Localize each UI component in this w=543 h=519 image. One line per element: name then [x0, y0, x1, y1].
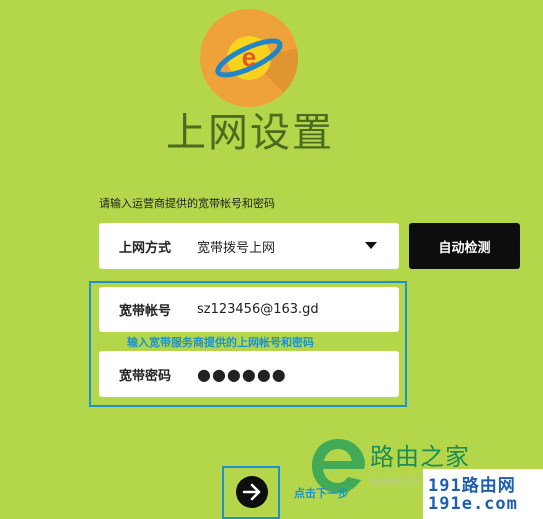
account-field[interactable]: 宽带帐号 sz123456@163.gd [99, 287, 399, 332]
watermark-badge: 191路由网 191e.com [423, 469, 543, 519]
auto-detect-button[interactable]: 自动检测 [409, 223, 520, 269]
svg-text:e: e [242, 42, 256, 72]
page-title: 上网设置 [166, 110, 334, 156]
arrow-right-icon [242, 483, 261, 501]
watermark: 路由之家 www.hi 191路由网 191e.com [298, 431, 543, 519]
connection-type-select[interactable]: 上网方式 宽带拨号上网 [99, 223, 399, 269]
connection-type-label: 上网方式 [119, 240, 172, 256]
credentials-hint: 输入宽带服务商提供的上网帐号和密码 [127, 336, 314, 349]
watermark-code-line2: 191e.com [428, 494, 518, 514]
password-field[interactable]: 宽带密码 ●●●●●● [99, 351, 399, 397]
next-button[interactable] [236, 476, 268, 508]
caret-down-icon[interactable] [365, 242, 377, 249]
watermark-code-line1: 191路由网 [428, 476, 516, 496]
watermark-brand: 路由之家 [370, 443, 470, 471]
account-input[interactable]: sz123456@163.gd [197, 287, 319, 332]
browser-e-icon: e [199, 8, 299, 108]
password-label: 宽带密码 [119, 368, 172, 384]
account-label: 宽带帐号 [119, 304, 172, 319]
instruction-text: 请输入运营商提供的宽带帐号和密码 [99, 197, 275, 210]
connection-type-value: 宽带拨号上网 [197, 240, 276, 256]
watermark-url: www.hi [370, 474, 420, 488]
next-step-text: 点击下一步 [294, 487, 349, 500]
password-input[interactable]: ●●●●●● [197, 351, 287, 397]
